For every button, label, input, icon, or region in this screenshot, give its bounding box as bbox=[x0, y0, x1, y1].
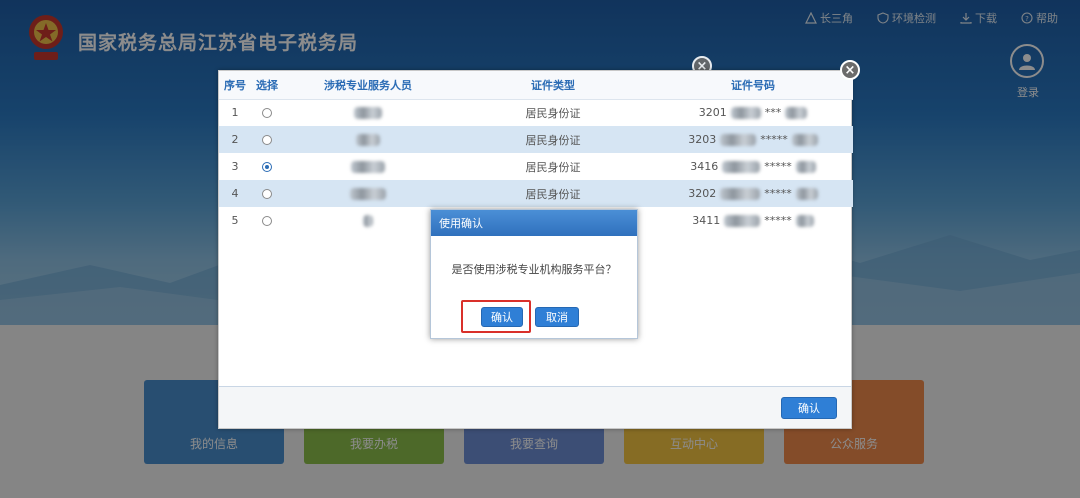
radio-button[interactable] bbox=[262, 216, 272, 226]
staff-name bbox=[283, 180, 453, 207]
row-number: 3 bbox=[231, 160, 239, 173]
row-number: 5 bbox=[231, 214, 239, 227]
table-header: 序号 选择 涉税专业服务人员 证件类型 证件号码 bbox=[219, 71, 853, 100]
col-select: 选择 bbox=[251, 71, 283, 100]
confirm-message: 是否使用涉税专业机构服务平台？ bbox=[451, 263, 617, 276]
table-row[interactable]: 1 居民身份证 3201 *** bbox=[219, 99, 853, 126]
radio-button[interactable] bbox=[262, 108, 272, 119]
table-row[interactable]: 2 居民身份证 3203 ***** bbox=[219, 126, 853, 153]
col-id-number: 证件号码 bbox=[653, 71, 853, 100]
redacted-name bbox=[363, 215, 373, 227]
row-select[interactable] bbox=[251, 153, 283, 180]
radio-button[interactable] bbox=[262, 135, 272, 145]
id-type: 居民身份证 bbox=[525, 106, 581, 120]
staff-name bbox=[283, 153, 453, 180]
row-number: 4 bbox=[219, 180, 251, 207]
redacted-name bbox=[351, 161, 385, 173]
row-select[interactable] bbox=[251, 180, 283, 207]
id-number: 3203 ***** bbox=[653, 126, 853, 153]
id-number: 3201 *** bbox=[653, 99, 853, 126]
id-type: 居民身份证 bbox=[525, 160, 581, 174]
radio-button[interactable] bbox=[262, 189, 272, 199]
redacted-name bbox=[350, 188, 386, 200]
id-number: 3416 ***** bbox=[653, 153, 853, 180]
confirm-modal-title: 使用确认 bbox=[431, 210, 637, 236]
col-staff-name: 涉税专业服务人员 bbox=[283, 71, 453, 100]
id-type: 居民身份证 bbox=[453, 180, 653, 207]
staff-name bbox=[283, 207, 453, 234]
row-select[interactable] bbox=[251, 99, 283, 126]
close-icon[interactable]: × bbox=[840, 60, 860, 80]
staff-name bbox=[283, 126, 453, 153]
row-select[interactable] bbox=[251, 207, 283, 234]
row-number: 1 bbox=[231, 106, 239, 120]
confirm-button[interactable]: 确认 bbox=[781, 397, 837, 419]
id-number: 3202 ***** bbox=[653, 180, 853, 207]
staff-name bbox=[283, 99, 453, 126]
redacted-name bbox=[354, 107, 382, 120]
cancel-button[interactable]: 取消 bbox=[535, 307, 579, 327]
radio-button-selected[interactable] bbox=[262, 162, 272, 172]
row-select[interactable] bbox=[251, 126, 283, 153]
id-type: 居民身份证 bbox=[453, 126, 653, 153]
highlight-annotation bbox=[461, 300, 531, 333]
redacted-name bbox=[356, 134, 380, 146]
row-number: 2 bbox=[219, 126, 251, 153]
dialog-footer: 确认 bbox=[219, 386, 851, 428]
table-row[interactable]: 4 居民身份证 3202 ***** bbox=[219, 180, 853, 207]
id-number: 3411 ***** bbox=[653, 207, 853, 234]
col-id-type: 证件类型 bbox=[453, 71, 653, 100]
table-row[interactable]: 3 居民身份证 3416 ***** bbox=[219, 153, 853, 180]
col-number: 序号 bbox=[219, 71, 251, 100]
